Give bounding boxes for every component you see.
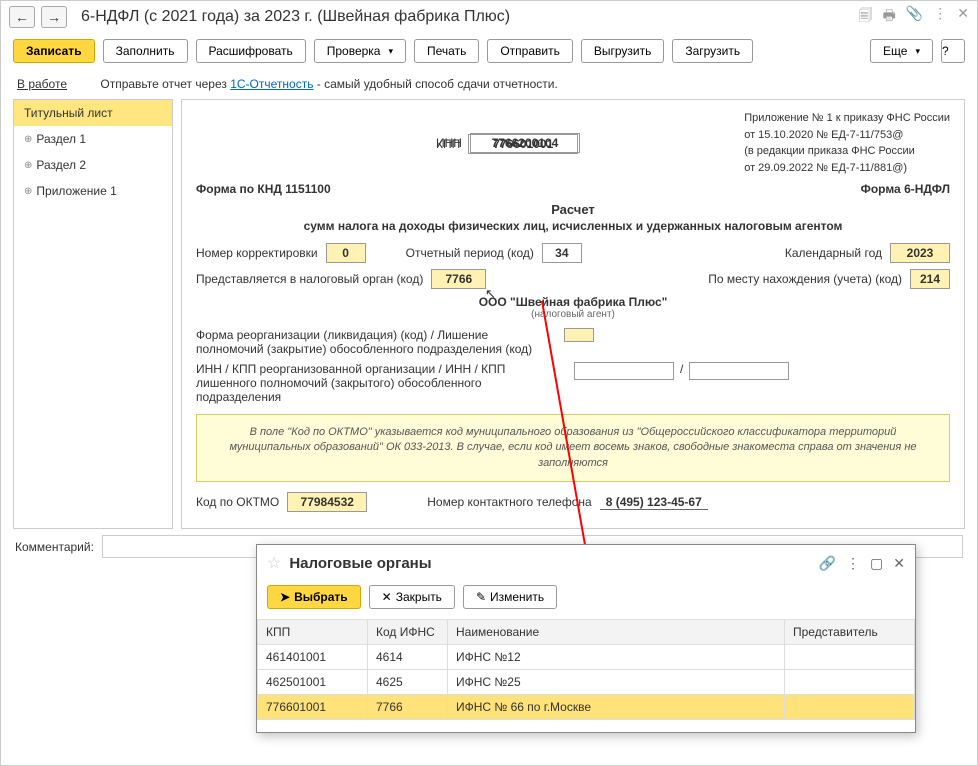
nav-forward-button[interactable]: → [41,6,67,28]
sidebar-item-section1[interactable]: ⊕ Раздел 1 [14,126,172,152]
tax-org-field[interactable]: 7766 [431,269,486,289]
expand-icon: ⊕ [24,160,32,171]
sidebar-item-label: Титульный лист [24,106,113,120]
sidebar-item-title-page[interactable]: Титульный лист [14,100,172,126]
kpp-label: КПП [436,137,460,151]
unload-button[interactable]: Выгрузить [581,39,665,63]
org-sub: (налоговый агент) [196,309,950,320]
expand-icon: ⊕ [24,134,32,145]
nav-back-button[interactable]: ← [9,6,35,28]
more-button[interactable]: Еще [870,39,933,63]
link-icon[interactable]: 🔗 [819,555,836,572]
knd-label: Форма по КНД 1151100 [196,182,331,196]
year-field[interactable]: 2023 [890,243,950,263]
select-icon: ➤ [280,590,290,604]
corr-field[interactable]: 0 [326,243,366,263]
expand-icon: ⊕ [24,186,32,197]
status-hint-link[interactable]: 1C-Отчетность [230,77,313,91]
col-code[interactable]: Код ИФНС [368,620,448,645]
attach-icon[interactable]: 📎 [906,5,923,29]
tax-org-label: Представляется в налоговый орган (код) [196,272,423,286]
place-label: По месту нахождения (учета) (код) [708,272,902,286]
decode-button[interactable]: Расшифровать [196,39,306,63]
phone-label: Номер контактного телефона [427,495,591,509]
form-name: Форма 6-НДФЛ [861,182,950,196]
popup-title: Налоговые органы [289,555,810,572]
settings-icon[interactable]: ⋮ [933,5,947,29]
sidebar-item-section2[interactable]: ⊕ Раздел 2 [14,152,172,178]
reorg-label: Форма реорганизации (ликвидация) (код) /… [196,328,556,356]
send-button[interactable]: Отправить [487,39,573,63]
reorg-code-field[interactable] [564,328,594,342]
tax-organs-table: КПП Код ИФНС Наименование Представитель … [257,619,915,720]
period-field[interactable]: 34 [542,243,582,263]
form-content: ИНН 7766200104 Приложение № 1 к приказу … [181,99,965,529]
table-row[interactable]: 776601001 7766 ИФНС № 66 по г.Москве [258,695,915,720]
table-row[interactable]: 461401001 4614 ИФНС №12 [258,645,915,670]
page-title: 6-НДФЛ (с 2021 года) за 2023 г. (Швейная… [81,8,853,26]
period-label: Отчетный период (код) [406,246,534,260]
reorg-kpp-field[interactable] [689,362,789,380]
sidebar-item-label: Раздел 2 [36,158,86,172]
print-button[interactable]: Печать [414,39,479,63]
edit-button[interactable]: ✎Изменить [463,585,557,609]
sidebar-item-label: Приложение 1 [36,184,116,198]
load-button[interactable]: Загрузить [672,39,753,63]
place-field[interactable]: 214 [910,269,950,289]
favorite-icon[interactable]: ☆ [267,553,281,573]
select-button[interactable]: ➤Выбрать [267,585,361,609]
help-button[interactable]: ? [941,39,965,63]
status-badge[interactable]: В работе [17,77,67,91]
org-name: ООО "Швейная фабрика Плюс" [196,295,950,309]
oktmo-label: Код по ОКТМО [196,495,279,509]
more-icon[interactable]: ⋮ [846,555,860,572]
close-button[interactable]: ✕Закрыть [369,585,455,609]
maximize-icon[interactable]: ▢ [870,555,883,572]
reorg-inn-label: ИНН / КПП реорганизованной организации /… [196,362,566,404]
app-info: Приложение № 1 к приказу ФНС России от 1… [744,110,950,176]
sidebar-item-label: Раздел 1 [36,132,86,146]
year-label: Календарный год [785,246,882,260]
corr-label: Номер корректировки [196,246,318,260]
phone-field[interactable]: 8 (495) 123-45-67 [600,495,708,510]
close-icon[interactable]: ✕ [957,5,969,29]
save-icon[interactable]: 🗐 [859,5,873,29]
form-title: Расчет [196,202,950,217]
close-icon[interactable]: ✕ [893,555,905,572]
sidebar: Титульный лист ⊕ Раздел 1 ⊕ Раздел 2 ⊕ П… [13,99,173,529]
check-button[interactable]: Проверка [314,39,406,63]
form-subtitle: сумм налога на доходы физических лиц, ис… [196,219,950,233]
col-name[interactable]: Наименование [448,620,785,645]
write-button[interactable]: Записать [13,39,95,63]
col-repr[interactable]: Представитель [785,620,915,645]
oktmo-field[interactable]: 77984532 [287,492,367,512]
status-hint-prefix: Отправьте отчет через [100,77,230,91]
close-x-icon: ✕ [382,590,392,604]
reorg-inn-field[interactable] [574,362,674,380]
table-row[interactable]: 462501001 4625 ИФНС №25 [258,670,915,695]
kpp-field[interactable]: 776601001 [468,134,578,154]
status-hint-suffix: - самый удобный способ сдачи отчетности. [313,77,557,91]
col-kpp[interactable]: КПП [258,620,368,645]
sidebar-item-appendix1[interactable]: ⊕ Приложение 1 [14,178,172,204]
pencil-icon: ✎ [476,590,486,604]
fill-button[interactable]: Заполнить [103,39,188,63]
print-icon[interactable]: 🖶 [883,5,896,29]
tax-organs-popup: ☆ Налоговые органы 🔗 ⋮ ▢ ✕ ➤Выбрать ✕Зак… [256,544,916,733]
comment-label: Комментарий: [15,540,94,554]
